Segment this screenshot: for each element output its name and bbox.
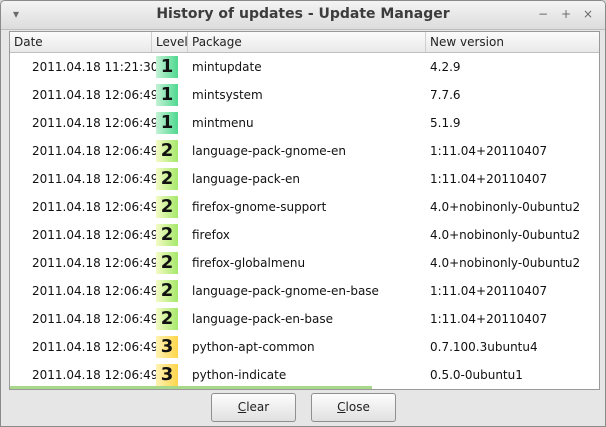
row-version: 5.1.9 [430, 116, 461, 130]
row-date: 2011.04.18 12:06:49 [32, 228, 159, 242]
table-row[interactable]: 2011.04.18 12:06:49 2 language-pack-gnome-… [10, 277, 599, 305]
row-package: mintsystem [192, 88, 263, 102]
column-header-date[interactable]: Date [10, 32, 152, 52]
row-date: 2011.04.18 12:06:49 [32, 116, 159, 130]
row-date: 2011.04.18 12:06:49 [32, 88, 159, 102]
row-package: firefox-gnome-support [192, 200, 327, 214]
table-row[interactable]: 2011.04.18 12:06:49 3 python-indicate 0.5.0… [10, 361, 599, 389]
clear-button-label: lear [246, 400, 270, 414]
close-icon[interactable]: × [581, 7, 595, 21]
table-row[interactable]: 2011.04.18 12:06:49 2 firefox-globalmenu 4.… [10, 249, 599, 277]
row-version: 1:11.04+20110407 [430, 144, 548, 158]
table-body: 2011.04.18 11:21:30 1 mintupdate 4.2.9 2011.… [10, 53, 599, 389]
table-row[interactable]: 2011.04.18 12:06:49 2 language-pack-en-bas… [10, 305, 599, 333]
history-table[interactable]: Date Level Package New version 2011.04.1… [9, 31, 600, 390]
row-package: mintmenu [192, 116, 254, 130]
column-header-new-version[interactable]: New version [426, 32, 599, 52]
row-level-badge: 2 [156, 224, 178, 246]
column-header-package[interactable]: Package [188, 32, 426, 52]
row-package: language-pack-gnome-en [192, 144, 347, 158]
table-row[interactable]: 2011.04.18 12:06:49 2 language-pack-gnome-… [10, 137, 599, 165]
row-package: language-pack-en [192, 172, 301, 186]
row-date: 2011.04.18 12:06:49 [32, 144, 159, 158]
row-date: 2011.04.18 12:06:49 [32, 368, 159, 382]
title-bar[interactable]: ▾ History of updates - Update Manager − … [1, 1, 605, 30]
row-version: 1:11.04+20110407 [430, 172, 548, 186]
row-level-badge: 2 [156, 280, 178, 302]
row-level-badge: 2 [156, 140, 178, 162]
table-row[interactable]: 2011.04.18 12:06:49 2 firefox-gnome-suppor… [10, 193, 599, 221]
horizontal-scrollbar[interactable] [10, 386, 372, 389]
row-version: 0.7.100.3ubuntu4 [430, 340, 538, 354]
table-row[interactable]: 2011.04.18 11:21:30 1 mintupdate 4.2.9 [10, 53, 599, 81]
clear-button-mnemonic: C [237, 400, 247, 414]
row-level-badge: 1 [156, 56, 178, 78]
row-version: 4.2.9 [430, 60, 461, 74]
row-version: 4.0+nobinonly-0ubuntu2 [430, 200, 581, 214]
table-header: Date Level Package New version [10, 32, 599, 53]
row-level-badge: 2 [156, 168, 178, 190]
row-level-badge: 2 [156, 196, 178, 218]
row-level-badge: 3 [156, 364, 178, 386]
row-level-badge: 3 [156, 336, 178, 358]
row-package: python-indicate [192, 368, 287, 382]
row-date: 2011.04.18 12:06:49 [32, 312, 159, 326]
row-date: 2011.04.18 11:21:30 [32, 60, 159, 74]
row-version: 4.0+nobinonly-0ubuntu2 [430, 228, 581, 242]
row-version: 4.0+nobinonly-0ubuntu2 [430, 256, 581, 270]
row-version: 1:11.04+20110407 [430, 284, 548, 298]
row-date: 2011.04.18 12:06:49 [32, 284, 159, 298]
table-row[interactable]: 2011.04.18 12:06:49 1 mintmenu 5.1.9 [10, 109, 599, 137]
row-version: 7.7.6 [430, 88, 461, 102]
row-date: 2011.04.18 12:06:49 [32, 256, 159, 270]
row-package: language-pack-en-base [192, 312, 333, 326]
row-date: 2011.04.18 12:06:49 [32, 340, 159, 354]
row-level-badge: 1 [156, 112, 178, 134]
table-row[interactable]: 2011.04.18 12:06:49 3 python-apt-common 0.7… [10, 333, 599, 361]
update-history-window: ▾ History of updates - Update Manager − … [0, 0, 606, 427]
column-header-level[interactable]: Level [152, 32, 188, 52]
row-level-badge: 1 [156, 84, 178, 106]
row-date: 2011.04.18 12:06:49 [32, 200, 159, 214]
close-button[interactable]: Close [311, 393, 396, 422]
row-package: mintupdate [192, 60, 262, 74]
row-version: 0.5.0-0ubuntu1 [430, 368, 523, 382]
row-level-badge: 2 [156, 252, 178, 274]
row-package: firefox-globalmenu [192, 256, 306, 270]
window-title: History of updates - Update Manager [156, 6, 450, 22]
row-package: firefox [192, 228, 230, 242]
row-level-badge: 2 [156, 308, 178, 330]
clear-button[interactable]: Clear [211, 393, 296, 422]
close-button-mnemonic: C [337, 400, 346, 414]
row-package: python-apt-common [192, 340, 315, 354]
table-row[interactable]: 2011.04.18 12:06:49 2 language-pack-en 1:11… [10, 165, 599, 193]
table-row[interactable]: 2011.04.18 12:06:49 1 mintsystem 7.7.6 [10, 81, 599, 109]
close-button-label: lose [345, 400, 370, 414]
row-package: language-pack-gnome-en-base [192, 284, 379, 298]
row-date: 2011.04.18 12:06:49 [32, 172, 159, 186]
minimize-icon[interactable]: − [536, 7, 550, 21]
row-version: 1:11.04+20110407 [430, 312, 548, 326]
maximize-icon[interactable]: + [559, 7, 573, 21]
table-row[interactable]: 2011.04.18 12:06:49 2 firefox 4.0+nobinonly… [10, 221, 599, 249]
